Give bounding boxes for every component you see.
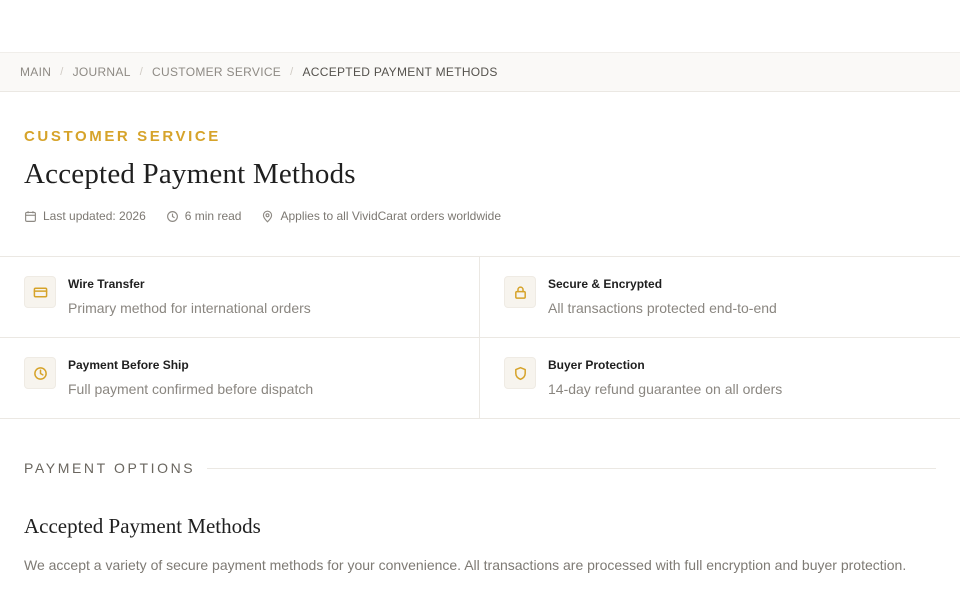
- feature-title: Secure & Encrypted: [548, 277, 663, 291]
- lock-icon: [514, 285, 526, 299]
- feature-wire-transfer: Wire Transfer Primary method for interna…: [0, 257, 480, 338]
- feature-icon-box: [24, 276, 56, 308]
- breadcrumb-separator: /: [290, 66, 294, 78]
- feature-buyer-protection: Buyer Protection 14-day refund guarantee…: [480, 338, 960, 419]
- section-heading: Accepted Payment Methods: [24, 514, 261, 538]
- article-header: CUSTOMER SERVICE Accepted Payment Method…: [0, 92, 960, 257]
- breadcrumb-customer-service[interactable]: CUSTOMER SERVICE: [152, 65, 281, 79]
- feature-icon-box: [24, 357, 56, 389]
- feature-title: Wire Transfer: [68, 277, 145, 291]
- meta-updated-text: Last updated: 2026: [43, 209, 146, 223]
- feature-title: Payment Before Ship: [68, 358, 189, 372]
- meta-read-time-text: 6 min read: [184, 209, 242, 223]
- breadcrumb-journal[interactable]: JOURNAL: [73, 65, 131, 79]
- clock-icon: [33, 366, 47, 380]
- feature-icon-box: [504, 357, 536, 389]
- feature-secure-encrypted: Secure & Encrypted All transactions prot…: [480, 257, 960, 338]
- meta-updated: Last updated: 2026: [24, 209, 146, 223]
- meta-read-time: 6 min read: [166, 209, 242, 223]
- credit-card-icon: [33, 287, 47, 297]
- breadcrumb-main[interactable]: MAIN: [20, 65, 51, 79]
- feature-description: 14-day refund guarantee on all orders: [548, 381, 783, 397]
- section-label: PAYMENT OPTIONS: [24, 460, 196, 476]
- calendar-icon: [25, 210, 36, 222]
- shield-icon: [514, 366, 526, 380]
- feature-title: Buyer Protection: [548, 358, 645, 372]
- feature-icon-box: [504, 276, 536, 308]
- meta-scope-text: Applies to all VividCarat orders worldwi…: [280, 209, 502, 223]
- feature-payment-before-ship: Payment Before Ship Full payment confirm…: [0, 338, 480, 419]
- breadcrumb-current: ACCEPTED PAYMENT METHODS: [302, 65, 498, 79]
- section-body: We accept a variety of secure payment me…: [24, 557, 907, 573]
- top-bar: [0, 0, 960, 52]
- section-rule: [207, 467, 936, 469]
- article-meta: Last updated: 2026 6 min read Applies to…: [24, 209, 936, 223]
- meta-scope: Applies to all VividCarat orders worldwi…: [261, 209, 501, 223]
- breadcrumb-separator: /: [139, 66, 144, 78]
- feature-description: Primary method for international orders: [68, 300, 311, 316]
- page-title: Accepted Payment Methods: [24, 158, 356, 190]
- section-divider: PAYMENT OPTIONS: [0, 419, 960, 476]
- clock-icon: [166, 210, 178, 222]
- breadcrumb-separator: /: [60, 66, 64, 78]
- feature-description: All transactions protected end-to-end: [548, 300, 777, 316]
- breadcrumb: MAIN / JOURNAL / CUSTOMER SERVICE / ACCE…: [0, 52, 960, 92]
- location-pin-icon: [263, 210, 273, 223]
- feature-description: Full payment confirmed before dispatch: [68, 381, 314, 397]
- category-eyebrow: CUSTOMER SERVICE: [24, 128, 221, 145]
- feature-grid: Wire Transfer Primary method for interna…: [0, 257, 960, 419]
